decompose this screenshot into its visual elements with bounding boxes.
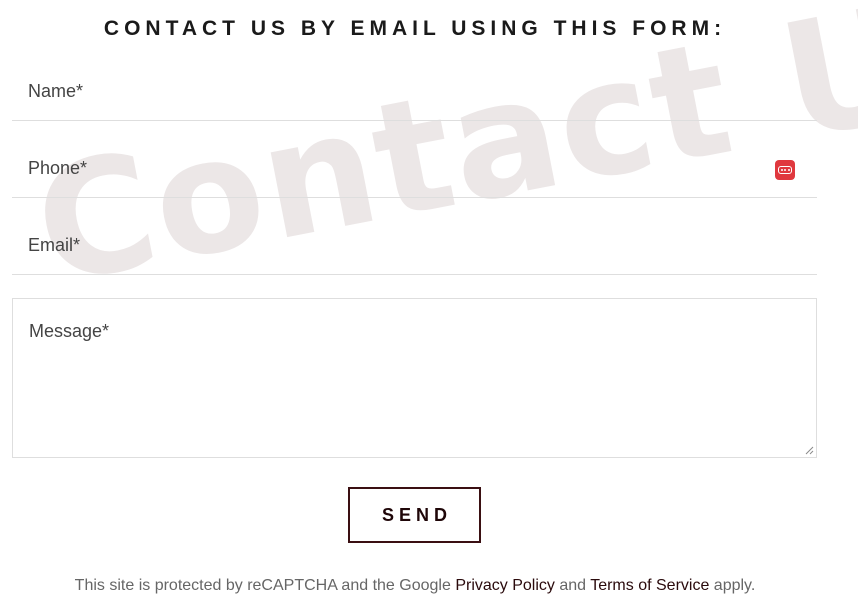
terms-of-service-link[interactable]: Terms of Service <box>590 577 709 594</box>
phone-field-label: Phone* <box>28 158 88 178</box>
recaptcha-suffix: apply. <box>713 577 756 594</box>
recaptcha-and: and <box>559 577 587 594</box>
contact-form-page: Contact Us CONTACT US BY EMAIL USING THI… <box>0 0 858 610</box>
form-heading: CONTACT US BY EMAIL USING THIS FORM: <box>103 17 727 40</box>
password-manager-icon[interactable] <box>775 160 795 180</box>
message-field-label: Message* <box>29 321 110 341</box>
email-field-label: Email* <box>28 235 81 255</box>
resize-grip-icon[interactable] <box>805 446 814 455</box>
name-field[interactable]: Name* <box>12 64 817 121</box>
privacy-policy-link[interactable]: Privacy Policy <box>455 577 555 594</box>
recaptcha-notice: This site is protected by reCAPTCHA and … <box>0 577 830 595</box>
send-button[interactable]: SEND <box>348 487 481 543</box>
name-field-label: Name* <box>28 81 84 101</box>
recaptcha-prefix: This site is protected by reCAPTCHA and … <box>74 577 451 594</box>
email-field[interactable]: Email* <box>12 218 817 275</box>
phone-field[interactable]: Phone* <box>12 141 817 198</box>
message-textarea[interactable]: Message* <box>12 298 817 458</box>
